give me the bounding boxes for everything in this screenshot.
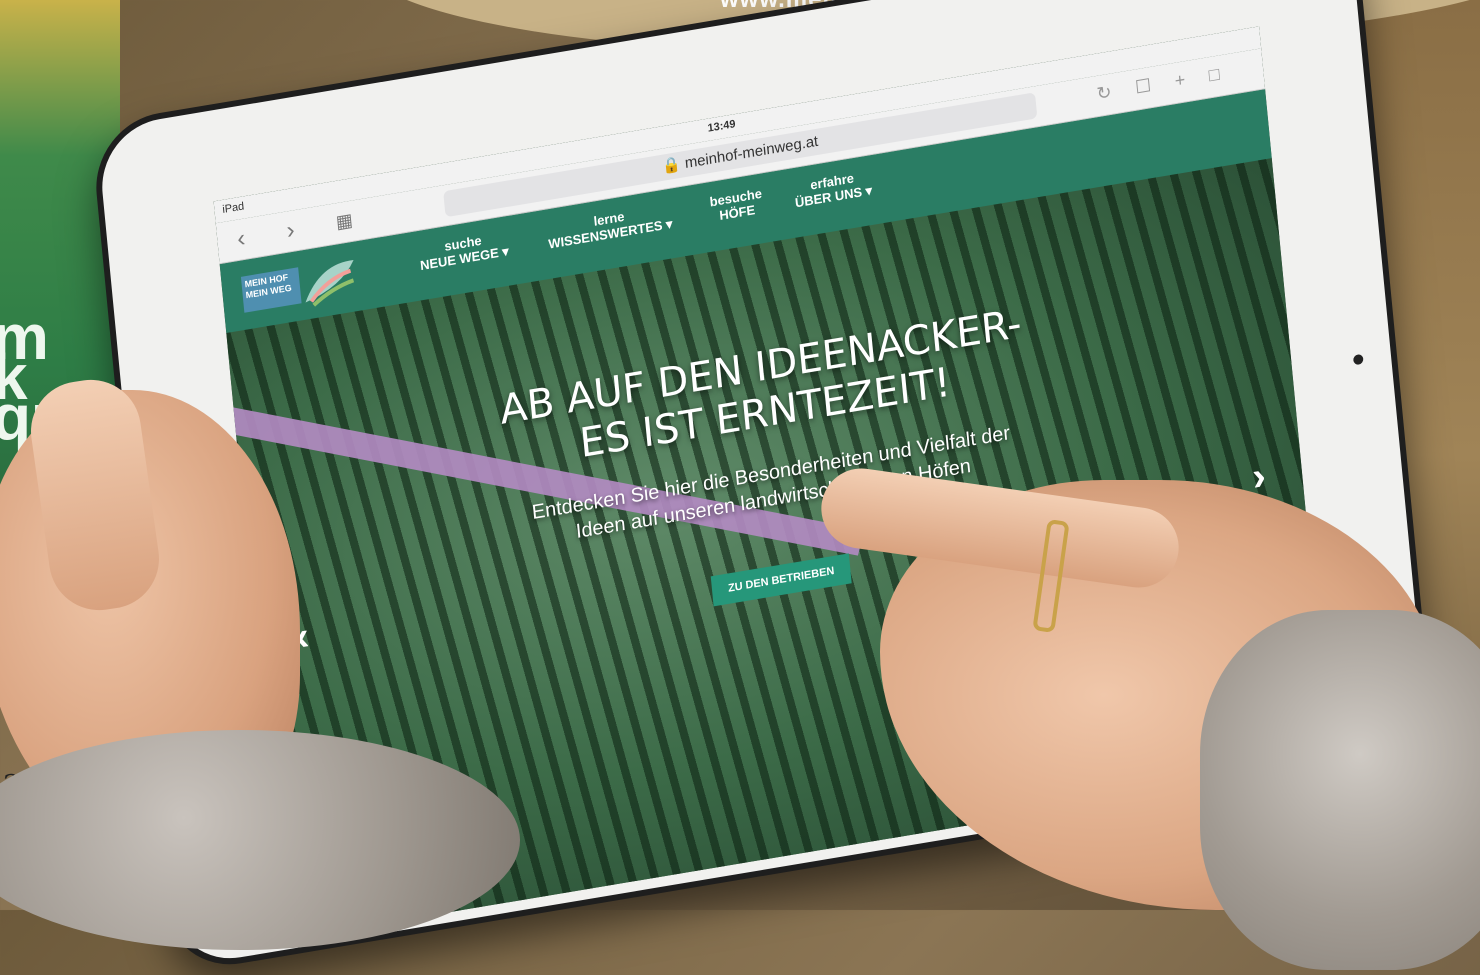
sweater-sleeve-right <box>1200 610 1480 970</box>
back-icon[interactable]: ‹ <box>236 225 247 254</box>
lock-icon: 🔒 <box>661 155 686 176</box>
bookmarks-icon[interactable]: ▦ <box>335 210 354 234</box>
camera <box>1352 353 1364 366</box>
forward-icon[interactable]: › <box>285 216 296 245</box>
clock: 13:49 <box>707 118 737 135</box>
logo-leaf-icon <box>305 260 355 307</box>
zu-den-betrieben-button[interactable]: ZU DEN BETRIEBEN <box>710 553 852 607</box>
nav-hoefe[interactable]: besuche HÖFE <box>709 186 764 225</box>
nav-ueber-uns[interactable]: erfahre ÜBER UNS ▾ <box>793 168 873 212</box>
device-label: iPad <box>221 200 245 216</box>
nav-wissenswertes[interactable]: lerne WISSENSWERTES ▾ <box>546 201 673 253</box>
site-logo[interactable]: MEIN HOF MEIN WEG <box>240 253 364 319</box>
nav-neue-wege[interactable]: suche NEUE WEGE ▾ <box>418 228 510 274</box>
logo-mark: MEIN HOF MEIN WEG <box>240 267 302 313</box>
